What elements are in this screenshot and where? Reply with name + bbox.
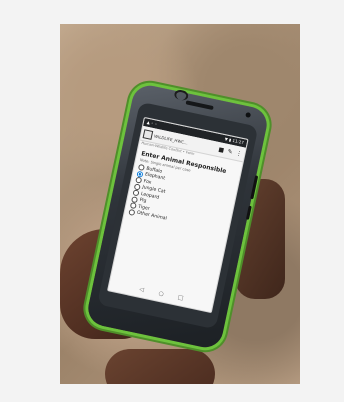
home-icon[interactable]: ○	[156, 290, 165, 299]
app-icons: ■ ✎ ⋮	[217, 146, 243, 158]
smartphone: ▲ ◦ ◦ ▼ ▮ 11:27 WILDLIFE_HWC... ■ ✎ ⋮ Hu…	[85, 82, 270, 351]
phone-bezel: ▲ ◦ ◦ ▼ ▮ 11:27 WILDLIFE_HWC... ■ ✎ ⋮ Hu…	[97, 101, 259, 330]
status-left: ▲ ◦ ◦	[146, 119, 158, 127]
lower-hand	[105, 349, 215, 384]
phone-screen: ▲ ◦ ◦ ▼ ▮ 11:27 WILDLIFE_HWC... ■ ✎ ⋮ Hu…	[106, 116, 249, 314]
radio-icon[interactable]	[128, 208, 136, 216]
edit-icon[interactable]: ✎	[226, 147, 234, 156]
recent-apps-icon[interactable]: □	[176, 294, 185, 303]
photo: ▲ ◦ ◦ ▼ ▮ 11:27 WILDLIFE_HWC... ■ ✎ ⋮ Hu…	[60, 24, 300, 384]
more-icon[interactable]: ⋮	[235, 149, 243, 157]
camera-icon	[245, 112, 252, 118]
android-nav-bar: ◁ ○ □	[109, 279, 213, 308]
save-icon[interactable]: ■	[217, 146, 225, 154]
image-frame: ▲ ◦ ◦ ▼ ▮ 11:27 WILDLIFE_HWC... ■ ✎ ⋮ Hu…	[0, 0, 344, 402]
document-icon	[142, 128, 154, 140]
back-icon[interactable]: ◁	[137, 285, 146, 294]
earpiece	[185, 100, 214, 111]
